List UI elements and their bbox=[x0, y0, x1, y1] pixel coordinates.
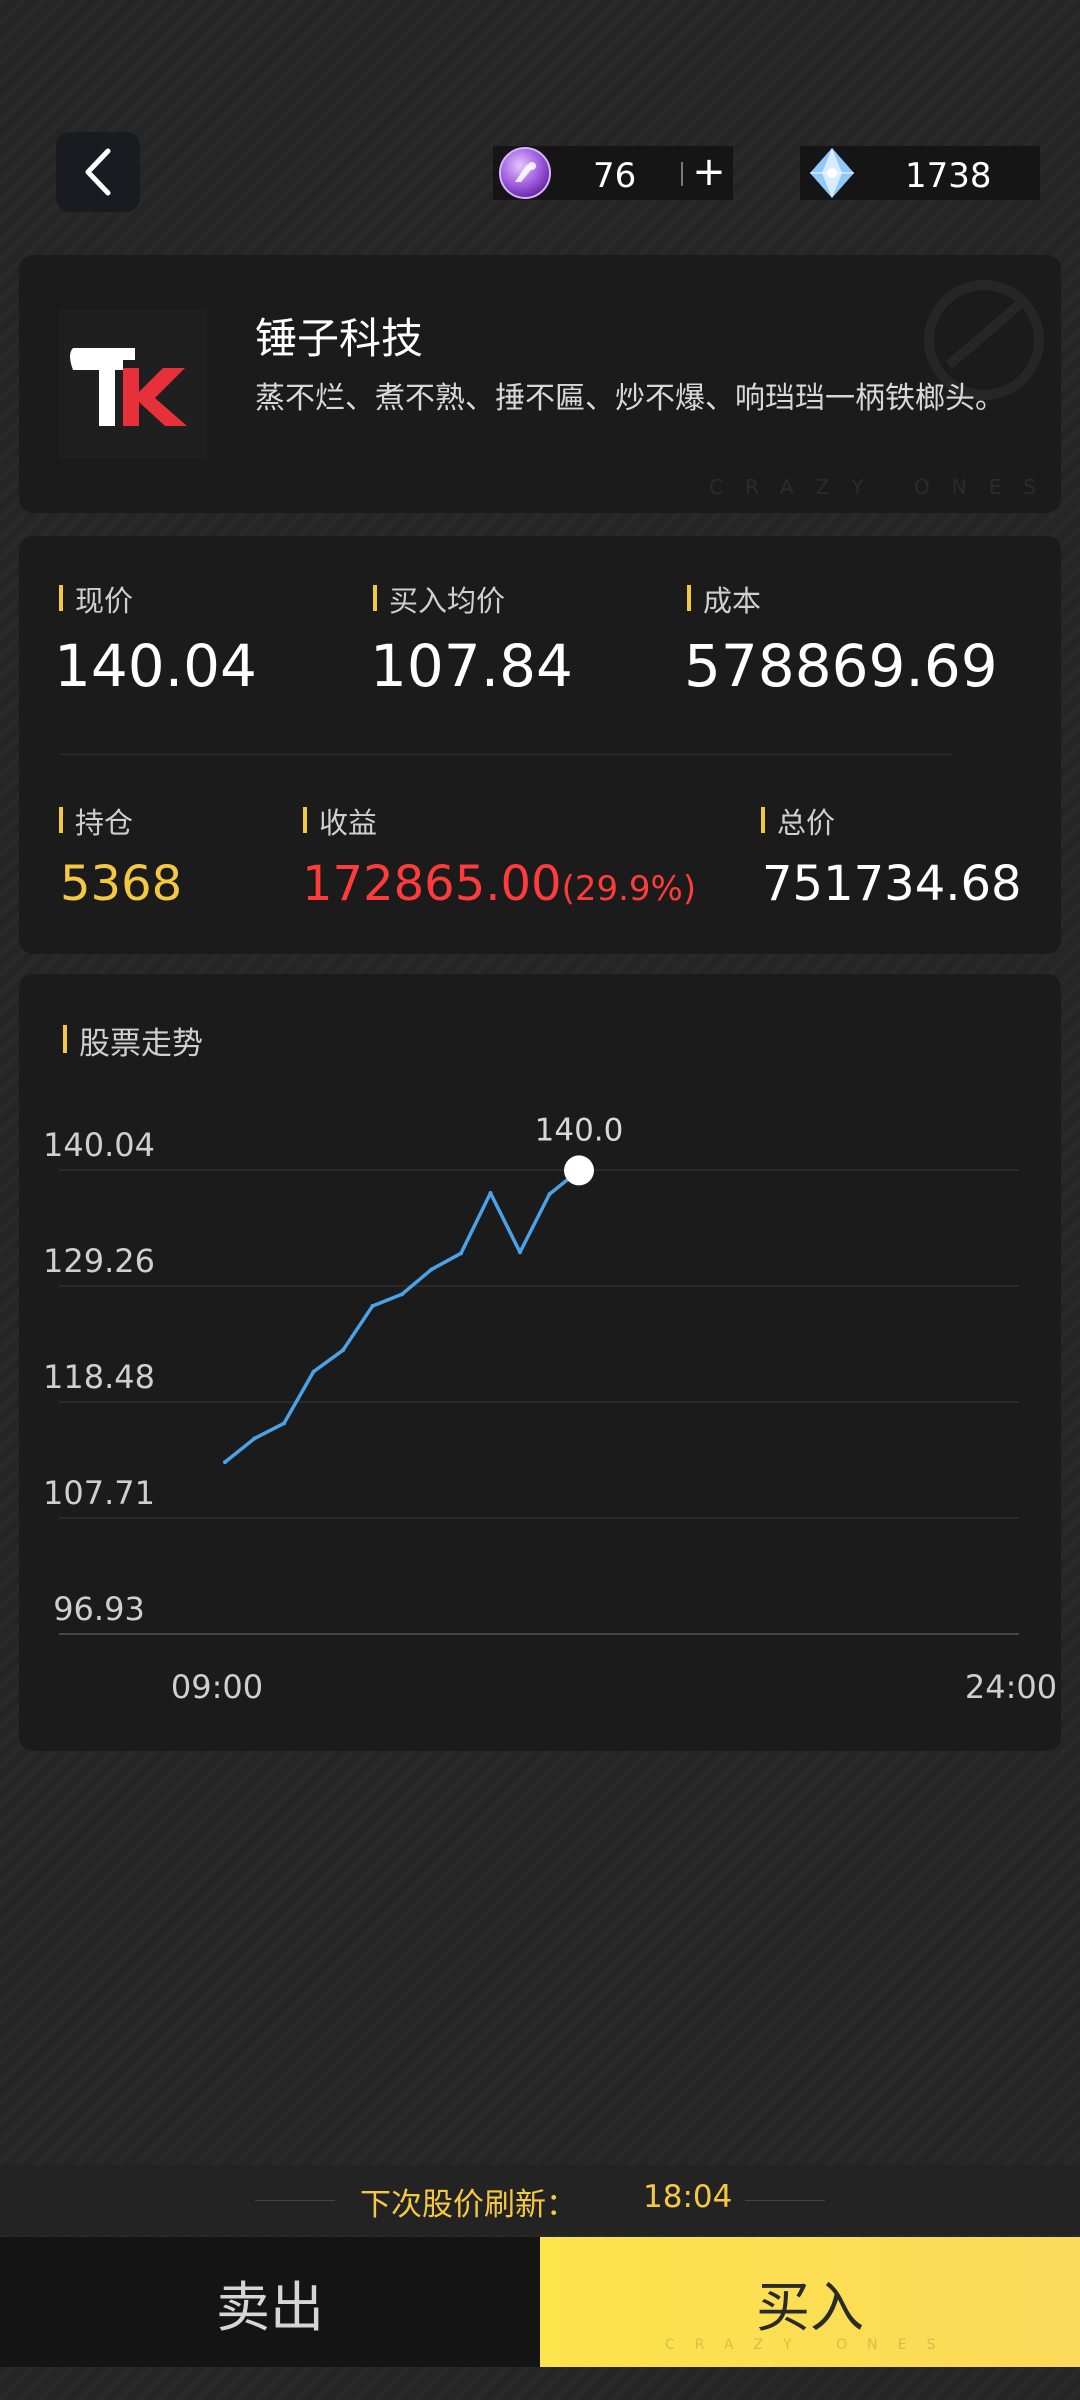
buy-button[interactable]: 买入 CRAZY ONES bbox=[540, 2237, 1080, 2367]
data-point bbox=[370, 1304, 375, 1309]
company-card: 锤子科技 蒸不烂、煮不熟、捶不匾、炒不爆、响珰珰一柄铁榔头。 CRAZY ONE… bbox=[19, 255, 1061, 513]
y-tick-label: 129.26 bbox=[43, 1242, 155, 1280]
data-point bbox=[488, 1191, 493, 1196]
current-price-value: 140.04 bbox=[54, 632, 257, 700]
current-price-label: 现价 bbox=[59, 578, 133, 620]
refresh-line-left bbox=[255, 2200, 335, 2201]
coin-balance: 76 + bbox=[493, 146, 733, 200]
profit-amount: 172865.00 bbox=[302, 856, 562, 912]
data-point bbox=[400, 1292, 404, 1297]
avg-buy-label: 买入均价 bbox=[373, 578, 505, 620]
refresh-time: 18:04 bbox=[643, 2179, 733, 2215]
refresh-line-right bbox=[745, 2200, 825, 2201]
sell-button-label: 卖出 bbox=[216, 2275, 324, 2339]
data-point bbox=[459, 1251, 463, 1256]
buy-button-label: 买入 bbox=[756, 2275, 864, 2339]
current-point-marker bbox=[564, 1155, 594, 1186]
company-name: 锤子科技 bbox=[255, 314, 424, 363]
gem-balance: 1738 bbox=[800, 146, 1040, 200]
cost-label: 成本 bbox=[687, 578, 761, 620]
company-logo bbox=[59, 310, 207, 458]
profit-percent: (29.9%) bbox=[561, 869, 697, 909]
coin-separator bbox=[681, 162, 683, 186]
watermark-logo bbox=[924, 280, 1044, 400]
gem-value: 1738 bbox=[905, 156, 992, 196]
stats-divider bbox=[59, 754, 952, 755]
data-point bbox=[341, 1348, 345, 1353]
y-tick-label: 140.04 bbox=[43, 1126, 155, 1164]
stats-card: 现价 140.04 买入均价 107.84 成本 578869.69 持仓 53… bbox=[19, 536, 1061, 954]
holdings-label: 持仓 bbox=[59, 800, 133, 842]
current-point-label: 140.0 bbox=[535, 1112, 624, 1148]
x-tick-label: 09:00 bbox=[171, 1668, 263, 1706]
stock-chart: 140.04 129.26 118.48 107.71 96.93 09:00 24:00 1… bbox=[43, 1112, 1057, 1706]
chevron-left-icon bbox=[85, 148, 111, 196]
holdings-value: 5368 bbox=[60, 856, 183, 912]
x-tick-label: 24:00 bbox=[965, 1668, 1057, 1706]
y-tick-label: 118.48 bbox=[43, 1358, 155, 1396]
refresh-label: 下次股价刷新： bbox=[360, 2187, 577, 2223]
data-point bbox=[282, 1421, 286, 1426]
data-point bbox=[252, 1436, 257, 1441]
total-label: 总价 bbox=[761, 800, 835, 842]
watermark-text: CRAZY ONES bbox=[709, 475, 1059, 499]
refresh-bar: 下次股价刷新： 18:04 bbox=[0, 2165, 1080, 2235]
buy-watermark: CRAZY ONES bbox=[665, 2337, 956, 2353]
add-coin-button[interactable]: + bbox=[689, 150, 729, 194]
chart-card: 股票走势 140.04 129.26 118.48 107.71 96.93 09:00 2… bbox=[19, 974, 1061, 1751]
cost-value: 578869.69 bbox=[684, 632, 998, 700]
data-point bbox=[518, 1250, 522, 1255]
total-value: 751734.68 bbox=[762, 856, 1022, 912]
profit-label: 收益 bbox=[303, 800, 377, 842]
blue-crystal-icon bbox=[810, 148, 854, 198]
coin-value: 76 bbox=[593, 156, 637, 196]
price-line bbox=[223, 1169, 581, 1464]
y-tick-label: 96.93 bbox=[53, 1590, 145, 1628]
back-button[interactable] bbox=[56, 132, 140, 212]
y-tick-label: 107.71 bbox=[43, 1474, 155, 1512]
purple-coin-icon bbox=[499, 147, 551, 199]
sell-button[interactable]: 卖出 bbox=[0, 2237, 540, 2367]
data-point bbox=[311, 1369, 316, 1374]
data-point bbox=[429, 1267, 434, 1272]
data-point bbox=[547, 1192, 552, 1197]
data-point bbox=[223, 1460, 227, 1465]
avg-buy-value: 107.84 bbox=[370, 632, 573, 700]
profit-value: 172865.00(29.9%) bbox=[302, 856, 696, 912]
